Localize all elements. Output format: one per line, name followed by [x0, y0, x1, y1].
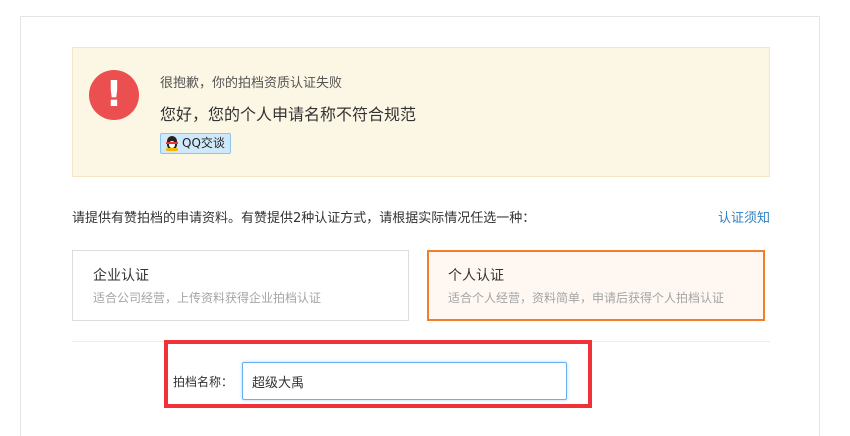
option-title: 个人认证	[448, 268, 504, 284]
enterprise-certification-option[interactable]: 企业认证 适合公司经营，上传资料获得企业拍档认证	[72, 250, 409, 321]
intro-text: 请提供有赞拍档的申请资料。有赞提供2种认证方式，请根据实际情况任选一种：	[72, 211, 536, 226]
option-description: 适合公司经营，上传资料获得企业拍档认证	[93, 291, 322, 305]
certification-guide-link[interactable]: 认证须知	[718, 207, 770, 226]
option-title: 企业认证	[93, 268, 149, 284]
qq-penguin-icon	[165, 136, 179, 151]
alert-title: 很抱歉，你的拍档资质认证失败	[160, 76, 343, 91]
qq-chat-label: QQ交谈	[182, 136, 225, 150]
alert-message: 您好，您的个人申请名称不符合规范	[160, 105, 417, 124]
option-description: 适合个人经营，资料简单，申请后获得个人拍档认证	[448, 291, 725, 305]
personal-certification-option[interactable]: 个人认证 适合个人经营，资料简单，申请后获得个人拍档认证	[427, 250, 765, 321]
partner-name-input[interactable]	[242, 362, 567, 400]
partner-name-label: 拍档名称：	[173, 375, 234, 389]
qq-chat-button[interactable]: QQ交谈	[160, 133, 231, 154]
certification-failed-alert: ! 很抱歉，你的拍档资质认证失败 您好，您的个人申请名称不符合规范 QQ交谈	[72, 47, 770, 177]
exclamation-icon: !	[89, 70, 139, 120]
